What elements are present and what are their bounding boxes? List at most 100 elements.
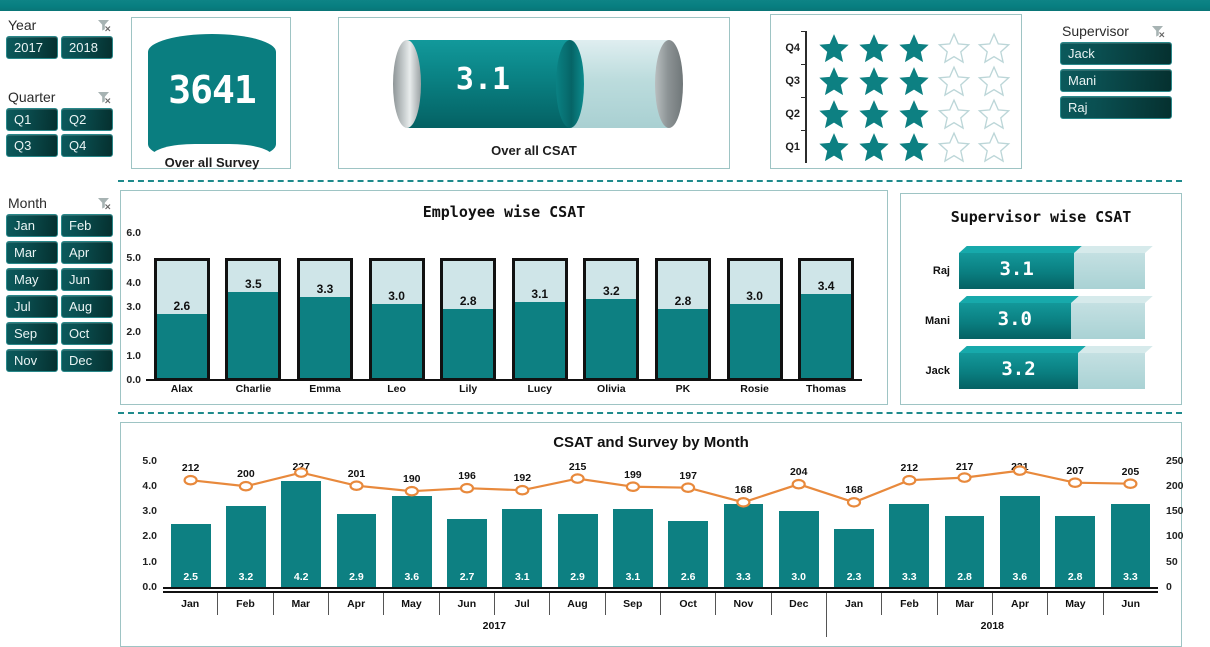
monthly-bar-column: 2.7 196	[439, 461, 494, 587]
monthly-survey-value: 204	[789, 466, 808, 479]
monthly-csat-bar: 2.8	[944, 516, 985, 587]
monthly-survey-value: 231	[1011, 461, 1029, 473]
monthly-survey-value: 168	[845, 484, 863, 497]
quarter-option-q2[interactable]: Q2	[61, 108, 113, 131]
monthly-csat-bar: 2.9	[557, 513, 598, 587]
y2-axis-tick: 200	[1166, 480, 1184, 492]
month-option-feb[interactable]: Feb	[61, 214, 113, 237]
overall-csat-card: 3.1 Over all CSAT	[338, 17, 730, 169]
clear-filter-icon[interactable]	[1150, 23, 1166, 39]
clear-filter-icon[interactable]	[96, 17, 112, 33]
month-option-mar[interactable]: Mar	[6, 241, 58, 264]
quarter-option-q3[interactable]: Q3	[6, 134, 58, 157]
y-axis-tick: 2.0	[142, 530, 157, 542]
monthly-axis-label: Jan	[827, 593, 883, 615]
monthly-csat-bar: 2.8	[1055, 516, 1096, 587]
supervisor-option-jack[interactable]: Jack	[1060, 42, 1172, 65]
monthly-bar-column: 2.9 201	[329, 461, 384, 587]
employee-bar-value: 3.0	[388, 289, 405, 304]
supervisor-option-raj[interactable]: Raj	[1060, 96, 1172, 119]
star-filled-icon	[899, 99, 929, 128]
monthly-survey-value: 205	[1121, 465, 1140, 478]
year-slicer-buttons: 2017 2018	[6, 36, 118, 59]
month-option-dec[interactable]: Dec	[61, 349, 113, 372]
employee-bar-value: 2.6	[173, 299, 191, 314]
star-row: Q2	[779, 97, 1014, 130]
year-option-2017[interactable]: 2017	[6, 36, 58, 59]
month-option-oct[interactable]: Oct	[61, 322, 113, 345]
monthly-axis-label: Feb	[218, 593, 274, 615]
monthly-bar-column: 3.6 231	[992, 461, 1047, 587]
month-option-apr[interactable]: Apr	[61, 241, 113, 264]
employee-bar-column: 3.0	[726, 258, 783, 381]
employee-bar-outline	[296, 258, 353, 381]
supervisor-bar-fill: 3.2	[959, 353, 1079, 389]
monthly-csat-bar: 3.1	[502, 508, 543, 587]
employee-axis-label: Lucy	[527, 383, 553, 395]
month-slicer-header: Month	[6, 192, 114, 214]
monthly-bar-column: 3.2 200	[218, 461, 273, 587]
supervisor-bar: 3.2	[959, 346, 1153, 389]
overall-csat-label: Over all CSAT	[491, 143, 577, 158]
monthly-csat-bar: 2.6	[668, 521, 709, 587]
employee-bar-value: 3.1	[531, 286, 549, 301]
monthly-axis-label: Sep	[606, 593, 661, 615]
monthly-survey-value: 212	[181, 462, 200, 475]
monthly-csat-value: 3.2	[238, 571, 254, 583]
star-row-label: Q4	[785, 41, 800, 54]
monthly-survey-value: 168	[734, 484, 753, 497]
monthly-csat-bar: 3.3	[723, 503, 764, 587]
monthly-axis-label: Feb	[882, 593, 938, 615]
quarter-slicer-buttons: Q1 Q2 Q3 Q4	[6, 108, 118, 157]
monthly-csat-bar: 3.2	[226, 506, 266, 587]
month-option-jan[interactable]: Jan	[6, 214, 58, 237]
quarter-option-q4[interactable]: Q4	[61, 134, 113, 157]
star-empty-icon	[937, 130, 971, 163]
clear-filter-icon[interactable]	[96, 195, 112, 211]
y-axis-tick: 2.0	[126, 326, 141, 338]
supervisor-bar: 3.0	[959, 296, 1153, 339]
employee-axis-label: Olivia	[597, 383, 626, 395]
star-filled-icon	[859, 33, 889, 62]
monthly-bar-column: 3.0 204	[771, 461, 826, 587]
employee-bar-fill	[156, 314, 207, 378]
supervisor-option-mani[interactable]: Mani	[1060, 69, 1172, 92]
month-option-nov[interactable]: Nov	[6, 349, 58, 372]
monthly-csat-value: 2.9	[570, 571, 585, 583]
employee-bar-column: 3.4	[798, 258, 855, 381]
quarter-option-q1[interactable]: Q1	[6, 108, 58, 131]
csat-gauge-fill-end-cap	[556, 40, 584, 128]
employee-bar-value: 2.8	[674, 294, 692, 309]
monthly-survey-value: 217	[955, 461, 974, 473]
monthly-survey-value: 207	[1066, 464, 1084, 477]
monthly-year-groups: 2017 2018	[163, 615, 1158, 637]
star-empty-icon	[977, 31, 1011, 64]
clear-filter-icon[interactable]	[96, 89, 112, 105]
supervisor-slicer: Supervisor Jack Mani Raj	[1060, 20, 1172, 119]
monthly-axis-label: Mar	[274, 593, 329, 615]
employee-bar-column: 3.0	[368, 258, 425, 381]
month-option-aug[interactable]: Aug	[61, 295, 113, 318]
employee-bar-value: 3.2	[603, 284, 620, 299]
employee-bar-value: 2.8	[459, 294, 477, 309]
star-filled-icon	[859, 66, 889, 95]
star-axis-tick	[801, 31, 807, 64]
month-option-may[interactable]: May	[6, 268, 58, 291]
employee-axis-label: Rosie	[740, 383, 769, 395]
monthly-csat-bar: 3.3	[1110, 503, 1151, 587]
survey-cylinder: 3641 Over all Survey	[148, 28, 276, 170]
monthly-csat-value: 2.7	[459, 571, 475, 583]
supervisor-bar-fill-top	[959, 346, 1086, 353]
month-option-jun[interactable]: Jun	[61, 268, 113, 291]
monthly-csat-value: 3.1	[515, 571, 530, 583]
month-option-sep[interactable]: Sep	[6, 322, 58, 345]
monthly-bar-column: 2.9 215	[550, 461, 605, 587]
star-filled-icon	[819, 66, 849, 95]
monthly-axis-label: Jan	[163, 593, 219, 615]
monthly-csat-value: 2.6	[680, 571, 696, 583]
year-option-2018[interactable]: 2018	[61, 36, 113, 59]
supervisor-bars: Raj 3.1 Mani 3.0 Jack 3.2	[919, 246, 1154, 396]
overall-survey-card: 3641 Over all Survey	[131, 17, 291, 170]
employee-bar-fill	[514, 301, 565, 378]
month-option-jul[interactable]: Jul	[6, 295, 58, 318]
